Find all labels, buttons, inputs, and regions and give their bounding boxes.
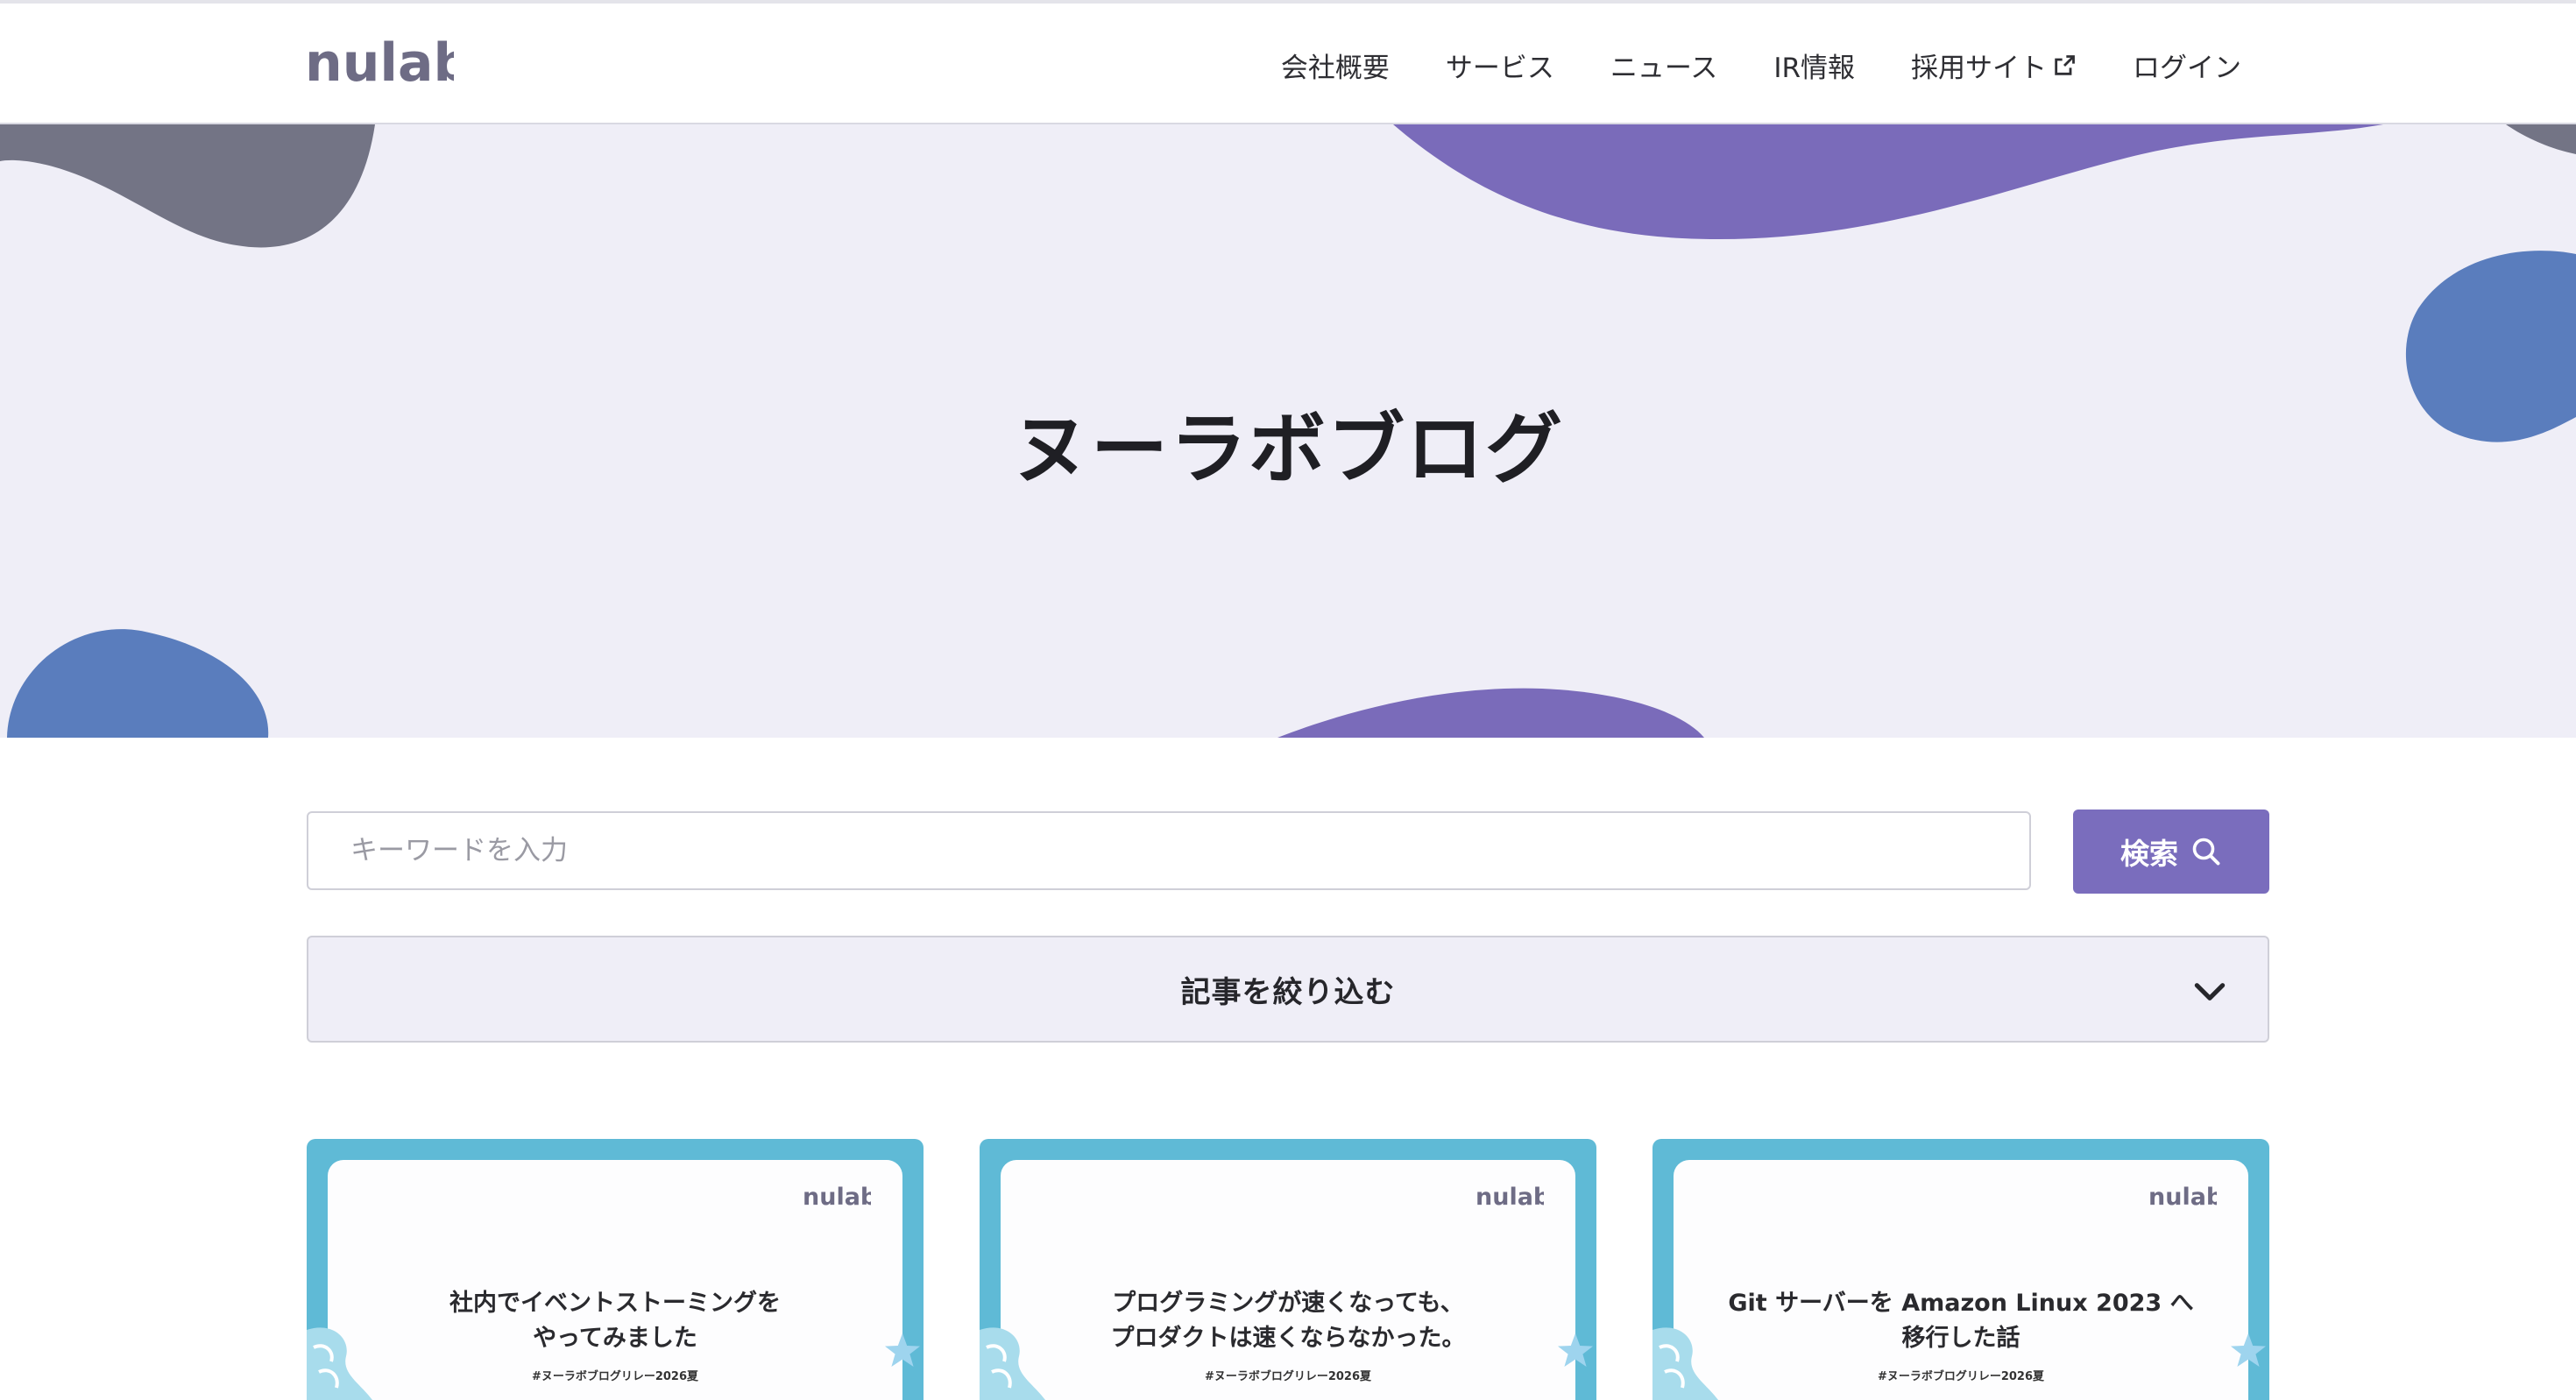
blob-blue-bottomleft [7, 629, 269, 738]
wave-decoration-icon [980, 1327, 1045, 1400]
wave-decoration-icon [307, 1327, 372, 1400]
filter-label: 記事を絞り込む [1180, 974, 1396, 1010]
card-title: プログラミングが速くなっても、 プロダクトは速くならなかった。 [1110, 1290, 1466, 1352]
nav-item-label: IR情報 [1773, 53, 1855, 84]
nav-item-ir[interactable]: IR情報 [1773, 46, 1855, 85]
blob-purple-bottom [1277, 688, 1704, 738]
nav-item-company[interactable]: 会社概要 [1281, 46, 1390, 85]
search-icon [2192, 838, 2220, 866]
search-button[interactable]: 検索 [2073, 810, 2269, 894]
nav-item-login[interactable]: ログイン [2133, 46, 2241, 85]
card-title: Git サーバーを Amazon Linux 2023 へ 移行した話 [1728, 1290, 2194, 1352]
nav-item-services[interactable]: サービス [1446, 46, 1554, 85]
article-card[interactable]: nulab プログラミングが速くなっても、 プロダクトは速くならなかった。 #ヌ… [980, 1139, 1596, 1400]
nav-item-news[interactable]: ニュース [1610, 46, 1717, 85]
external-link-icon [2055, 54, 2075, 75]
main-nav: 会社概要 サービス ニュース IR情報 採用サイト ログイン [1281, 46, 2241, 85]
nav-item-label: サービス [1445, 53, 1554, 84]
nav-item-label: ニュース [1610, 53, 1718, 84]
card-tag: #ヌーラボブログリレー2026夏 [1204, 1370, 1372, 1383]
nulab-logo[interactable]: nulab [305, 37, 454, 89]
svg-text:nulab: nulab [803, 1184, 871, 1209]
hero-banner: ヌーラボブログ [0, 124, 2576, 738]
search-button-label: 検索 [2120, 837, 2178, 871]
nav-item-recruit[interactable]: 採用サイト [1911, 46, 2077, 85]
chevron-down-icon [2194, 983, 2226, 1001]
nulab-logo: nulab [1476, 1184, 1544, 1209]
wave-decoration-icon [1652, 1327, 1718, 1400]
card-title: 社内でイベントストーミングを やってみました [449, 1290, 781, 1352]
nav-item-label: 採用サイト [1911, 53, 2047, 84]
svg-text:nulab: nulab [305, 37, 454, 89]
search-input[interactable] [307, 811, 2031, 890]
nulab-logo: nulab [803, 1184, 871, 1209]
card-thumbnail: nulab Git サーバーを Amazon Linux 2023 へ 移行した… [1674, 1160, 2248, 1400]
nulab-logo: nulab [2148, 1184, 2217, 1209]
star-decoration-icon [2231, 1333, 2266, 1367]
site-header: nulab 会社概要 サービス ニュース IR情報 採用サイト ログイン [0, 0, 2576, 124]
card-tag: #ヌーラボブログリレー2026夏 [531, 1370, 699, 1383]
svg-text:nulab: nulab [2148, 1184, 2217, 1209]
article-card[interactable]: nulab Git サーバーを Amazon Linux 2023 へ 移行した… [1652, 1139, 2269, 1400]
blob-gray-topleft [0, 124, 375, 248]
nav-item-label: 会社概要 [1280, 53, 1390, 84]
blob-gray-topright [2506, 124, 2576, 154]
svg-text:nulab: nulab [1476, 1184, 1544, 1209]
card-tag: #ヌーラボブログリレー2026夏 [1877, 1370, 2045, 1383]
star-decoration-icon [885, 1333, 920, 1367]
nav-item-label: ログイン [2133, 53, 2241, 84]
star-decoration-icon [1558, 1333, 1593, 1367]
blob-purple-top [1393, 124, 2383, 240]
article-card[interactable]: nulab 社内でイベントストーミングを やってみました #ヌーラボブログリレー… [307, 1139, 924, 1400]
card-thumbnail: nulab 社内でイベントストーミングを やってみました #ヌーラボブログリレー… [328, 1160, 902, 1400]
filter-accordion[interactable]: 記事を絞り込む [307, 936, 2269, 1043]
page-title: ヌーラボブログ [1011, 404, 1564, 494]
card-thumbnail: nulab プログラミングが速くなっても、 プロダクトは速くならなかった。 #ヌ… [1001, 1160, 1575, 1400]
